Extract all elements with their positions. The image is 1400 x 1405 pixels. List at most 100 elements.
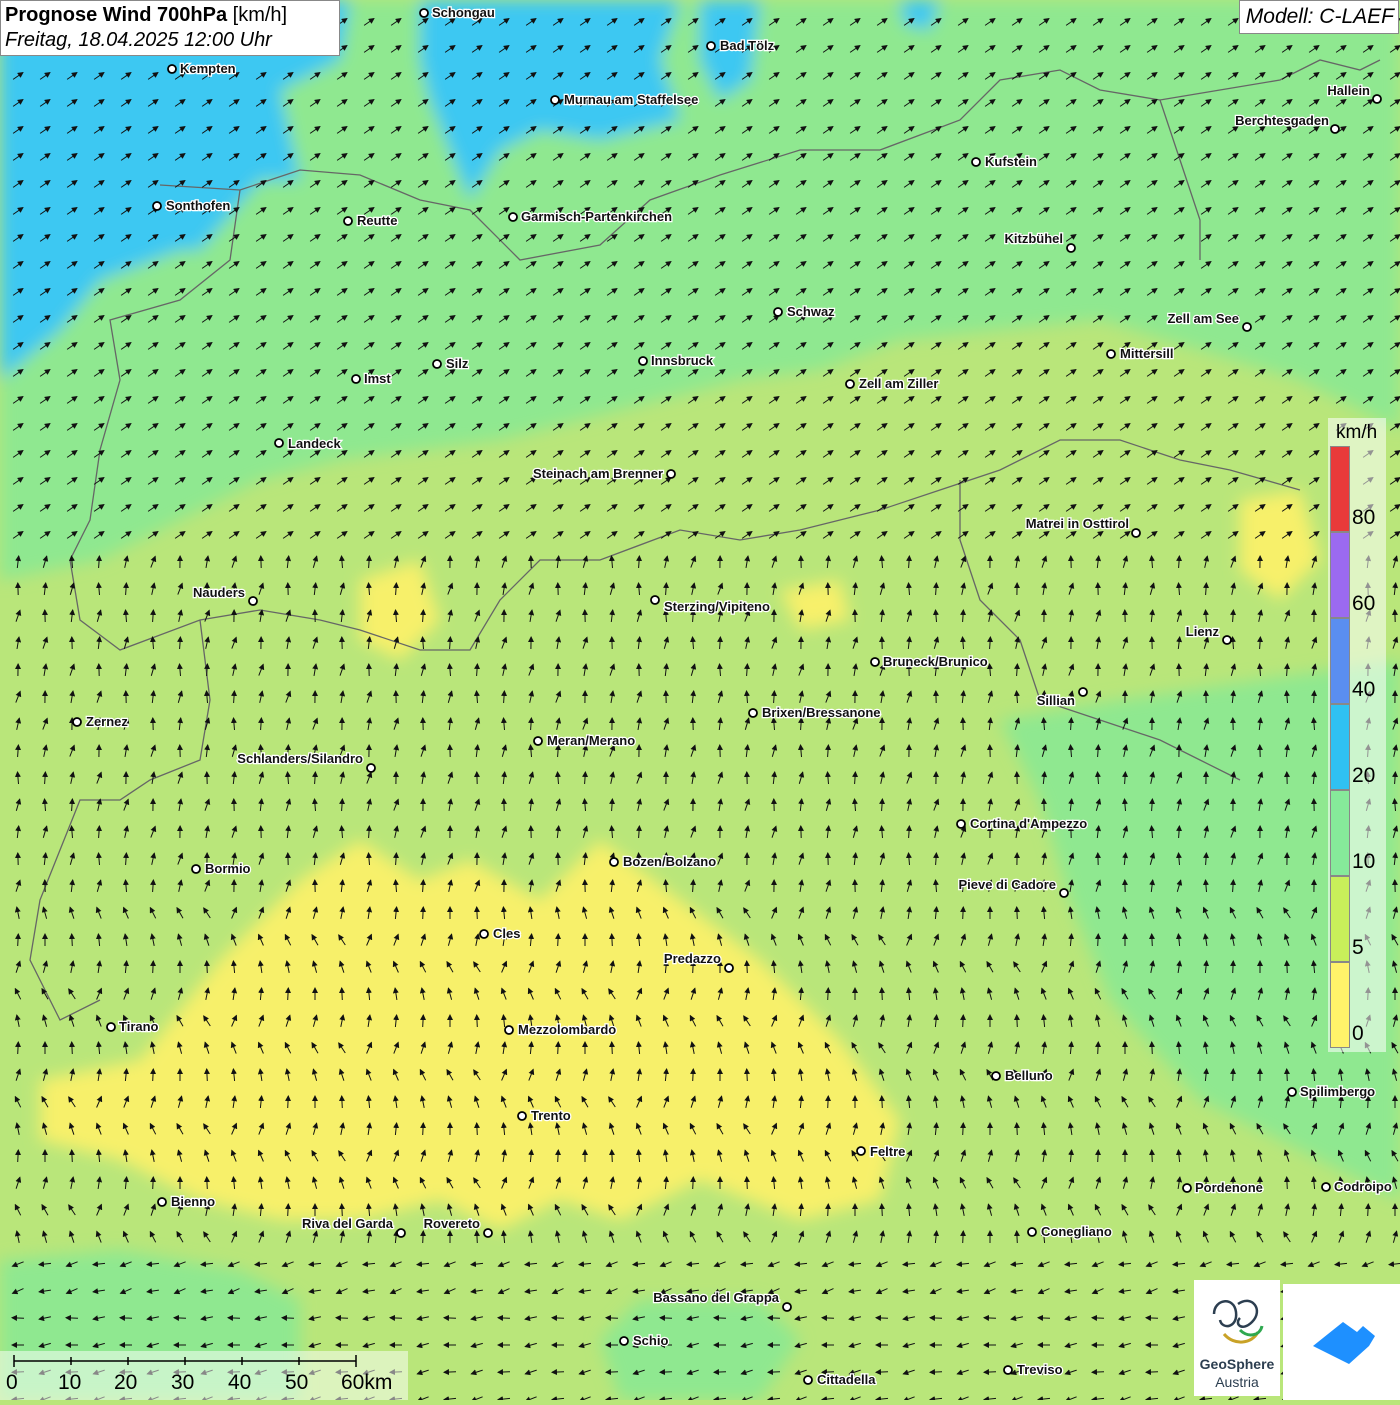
wind-arrow	[558, 1150, 559, 1162]
wind-arrow	[747, 1069, 748, 1081]
wind-arrow	[558, 1042, 559, 1054]
wind-arrow	[12, 1318, 24, 1319]
wind-arrow	[423, 1015, 424, 1027]
scale-label: 60km	[341, 1371, 392, 1395]
city-label: Pordenone	[1195, 1180, 1263, 1195]
wind-arrow	[1017, 1231, 1018, 1243]
wind-arrow	[930, 1318, 942, 1319]
wind-arrow	[963, 1123, 964, 1135]
city-marker-icon	[433, 360, 441, 368]
city-label: Belluno	[1005, 1068, 1053, 1083]
logo-sub: Austria	[1194, 1374, 1280, 1390]
wind-arrow	[612, 934, 613, 946]
city-marker-icon	[1373, 95, 1381, 103]
wind-arrow	[228, 1318, 240, 1319]
legend-label: 5	[1352, 936, 1364, 960]
city-label: Bruneck/Brunico	[883, 654, 988, 669]
city-marker-icon	[509, 213, 517, 221]
wind-arrow	[477, 1015, 478, 1027]
city-label: Feltre	[870, 1144, 905, 1159]
wind-arrow	[1017, 1123, 1018, 1135]
wind-arrow	[1017, 1015, 1018, 1027]
scale-label: 20	[114, 1371, 137, 1395]
wind-arrow	[1038, 1318, 1050, 1319]
wind-arrow	[747, 961, 748, 973]
city-marker-icon	[534, 737, 542, 745]
city-label: Schlanders/Silandro	[237, 751, 363, 766]
wind-arrow	[207, 1177, 208, 1189]
city-label: Sillian	[1037, 693, 1075, 708]
city-marker-icon	[107, 1023, 115, 1031]
city-label: Hallein	[1327, 83, 1370, 98]
city-label: Cortina d'Ampezzo	[970, 816, 1087, 831]
wind-arrow	[1098, 1042, 1099, 1054]
wind-arrow	[498, 1372, 510, 1373]
city-label: Conegliano	[1041, 1224, 1112, 1239]
wind-arrow	[660, 1318, 672, 1319]
city-label: Imst	[364, 371, 391, 386]
city-label: Kempten	[180, 61, 236, 76]
city-label: Sterzing/Vipiteno	[664, 599, 770, 614]
wind-arrow	[18, 934, 19, 946]
wind-arrow	[342, 988, 343, 1000]
geosphere-logo[interactable]: GeoSphere Austria	[1194, 1280, 1280, 1396]
city-label: Pieve di Cadore	[958, 877, 1056, 892]
wind-arrow	[882, 1096, 883, 1108]
forecast-time: Freitag, 18.04.2025 12:00 Uhr	[5, 29, 329, 52]
wind-arrow	[1233, 961, 1234, 973]
legend-unit: km/h	[1336, 422, 1377, 444]
wind-arrow	[1146, 1372, 1158, 1373]
wind-arrow	[876, 1318, 888, 1319]
legend-label: 0	[1352, 1022, 1364, 1046]
wind-arrow	[1092, 1372, 1104, 1373]
scale-ticks	[0, 1351, 408, 1371]
wind-arrow	[1152, 934, 1153, 946]
wind-arrow	[72, 934, 73, 946]
weather-app-logo[interactable]	[1283, 1284, 1400, 1400]
legend-label: 60	[1352, 592, 1375, 616]
wind-map: SchongauBad TölzKemptenMurnau am Staffel…	[0, 0, 1400, 1400]
wind-arrow	[477, 1123, 478, 1135]
wind-arrow	[963, 1015, 964, 1027]
city-label: Bad Tölz	[720, 38, 775, 53]
city-marker-icon	[992, 1072, 1000, 1080]
city-marker-icon	[168, 65, 176, 73]
city-marker-icon	[153, 202, 161, 210]
wind-arrow	[828, 988, 829, 1000]
city-marker-icon	[857, 1147, 865, 1155]
wind-arrow	[336, 1318, 348, 1319]
legend-label: 40	[1352, 678, 1375, 702]
city-label: Brixen/Bressanone	[762, 705, 881, 720]
scale-label: 30	[171, 1371, 194, 1395]
wind-arrow	[1098, 1150, 1099, 1162]
city-marker-icon	[1243, 323, 1251, 331]
wind-arrow	[828, 1096, 829, 1108]
city-marker-icon	[1322, 1183, 1330, 1191]
wind-arrow	[498, 1318, 510, 1319]
city-marker-icon	[1060, 889, 1068, 897]
city-marker-icon	[73, 718, 81, 726]
wind-arrow	[288, 988, 289, 1000]
city-label: Zell am See	[1167, 311, 1239, 326]
wind-arrow	[1017, 907, 1018, 919]
wind-arrow	[882, 1204, 883, 1216]
wind-arrow	[768, 1372, 780, 1373]
city-label: Spilimbergo	[1300, 1084, 1375, 1099]
city-marker-icon	[846, 380, 854, 388]
city-marker-icon	[707, 42, 715, 50]
city-label: Rovereto	[424, 1216, 480, 1231]
city-label: Zernez	[86, 714, 128, 729]
city-label: Matrei in Osttirol	[1026, 516, 1129, 531]
wind-arrow	[1287, 961, 1288, 973]
city-label: Bormio	[205, 861, 251, 876]
wind-arrow	[66, 1318, 78, 1319]
wind-arrow	[984, 1372, 996, 1373]
city-marker-icon	[505, 1026, 513, 1034]
city-marker-icon	[397, 1229, 405, 1237]
city-label: Garmisch-Partenkirchen	[521, 209, 672, 224]
wind-arrow	[1287, 1177, 1288, 1189]
wind-arrow	[714, 1372, 726, 1373]
city-label: Lienz	[1186, 624, 1220, 639]
wind-arrow	[747, 1177, 748, 1189]
city-label: Bozen/Bolzano	[623, 854, 716, 869]
